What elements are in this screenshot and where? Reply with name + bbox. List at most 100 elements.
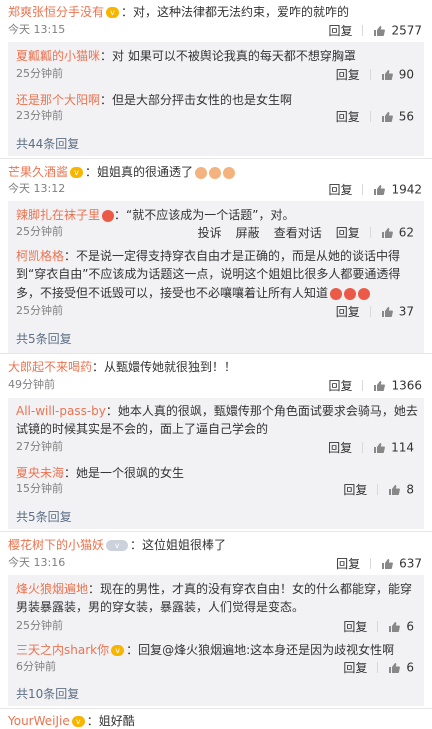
comment-text: ：姐姐真的很通透了	[85, 165, 194, 179]
thumbs-up-icon[interactable]	[373, 184, 386, 196]
reply-time: 23分钟前	[16, 109, 63, 122]
reply-actions: 回复 114	[328, 439, 414, 456]
separator	[362, 25, 364, 36]
reply-actions: 回复 6	[343, 659, 414, 676]
like-count: 2577	[391, 23, 422, 38]
vip-badge-icon: v	[111, 645, 125, 656]
reply-button[interactable]: 回复	[336, 68, 360, 82]
comment-username[interactable]: YourWeiJie	[8, 714, 70, 728]
separator	[377, 621, 379, 632]
clap-emoji-icon	[223, 166, 236, 179]
divider	[0, 353, 432, 354]
comment-text: ：这位姐姐很棒了	[130, 538, 227, 552]
thumbs-up-icon[interactable]	[373, 442, 386, 454]
separator	[369, 227, 371, 238]
comment-username[interactable]: 大郎起不来喝药	[8, 360, 92, 374]
like-count: 37	[398, 304, 414, 319]
reply-username[interactable]: 夏央未海	[16, 466, 64, 480]
thumbs-up-icon[interactable]	[381, 306, 393, 318]
reply-text-line: 到“穿衣自由”不应该成为话题这一点，说明这个姐姐比很多人都要通透得	[16, 267, 401, 281]
reply-button[interactable]: 回复	[328, 441, 352, 455]
comment-text: ：姐好酷	[86, 714, 135, 728]
reply-time: 25分钟前	[16, 619, 63, 632]
reply-text: ：她是一个很飒的女生	[64, 466, 185, 480]
comment-username[interactable]: 樱花树下的小猫妖	[8, 538, 104, 552]
thumbs-up-icon[interactable]	[373, 25, 386, 37]
reply-time: 25分钟前	[16, 67, 63, 80]
reply-username[interactable]: 夏瓤瓤的小猫咪	[16, 49, 100, 63]
thumbs-up-icon[interactable]	[381, 111, 393, 123]
vip-badge-icon: v	[71, 716, 85, 727]
reply-time: 6分钟前	[16, 660, 56, 673]
reply-time: 25分钟前	[16, 304, 63, 317]
reply-username[interactable]: 辣脚扎在袜子里	[16, 208, 100, 222]
reply-button[interactable]: 回复	[328, 24, 352, 38]
comment-text: ：从甄嬛传她就很独到！！	[92, 360, 237, 374]
comment-username[interactable]: 郑爽张恒分手没有	[8, 5, 104, 19]
reply-button[interactable]: 回复	[328, 379, 352, 393]
report-button[interactable]: 投诉	[198, 226, 222, 240]
thumbs-up-icon[interactable]	[381, 69, 393, 81]
separator	[369, 111, 371, 122]
reply-actions: 回复 56	[336, 108, 414, 125]
reply-text: ：不是说一定得支持穿衣自由才是正确的，而是从她的谈话中得	[64, 249, 401, 263]
separator	[369, 306, 371, 317]
like-count: 56	[398, 109, 414, 124]
like-count: 1942	[391, 182, 422, 197]
reply-button[interactable]: 回复	[343, 620, 367, 634]
thumbs-up-icon[interactable]	[388, 621, 401, 633]
vip-badge-icon: v	[70, 167, 84, 178]
thumbs-up-icon[interactable]	[373, 380, 386, 392]
comment-header: 樱花树下的小猫妖 v ：这位姐姐很棒了	[8, 537, 226, 553]
like-count: 637	[399, 556, 422, 571]
more-replies-link[interactable]: 共10条回复	[16, 685, 79, 702]
comment-actions: 回复 637	[336, 555, 422, 572]
clap-emoji-icon	[209, 166, 222, 179]
reply-header: 辣脚扎在袜子里 ：“就不应该成为一个话题”，对。	[16, 207, 294, 223]
reply-button[interactable]: 回复	[336, 305, 360, 319]
reply-username[interactable]: 烽火狼烟遍地	[16, 582, 88, 596]
thumbs-up-icon[interactable]	[381, 227, 393, 239]
comment-actions: 回复 1942	[328, 181, 422, 198]
like-count: 6	[406, 660, 414, 675]
reply-button[interactable]: 回复	[343, 483, 367, 497]
reply-username[interactable]: 三天之内shark你	[16, 643, 109, 657]
reply-username[interactable]: All-will-pass-by	[16, 404, 106, 418]
comment-header: YourWeiJie v ：姐好酷	[8, 713, 135, 729]
more-replies-link[interactable]: 共44条回复	[16, 135, 79, 152]
comment-username[interactable]: 芒果久酒酱	[8, 165, 68, 179]
reply-button[interactable]: 回复	[343, 661, 367, 675]
thumbs-up-icon[interactable]	[388, 484, 401, 496]
comment-time: 今天 13:16	[8, 556, 66, 569]
thumbs-up-icon[interactable]	[388, 662, 401, 674]
vip-badge-icon: v	[106, 7, 120, 18]
more-replies-link[interactable]: 共5条回复	[16, 330, 72, 347]
divider	[0, 708, 432, 709]
block-button[interactable]: 屏蔽	[236, 226, 260, 240]
reply-button[interactable]: 回复	[336, 557, 360, 571]
separator	[377, 484, 379, 495]
reply-header: 夏央未海：她是一个很飒的女生	[16, 465, 184, 481]
thumbs-up-icon[interactable]	[381, 558, 394, 570]
reply-button[interactable]: 回复	[336, 226, 360, 240]
more-replies-link[interactable]: 共5条回复	[16, 508, 72, 525]
reply-actions: 回复 90	[336, 66, 414, 83]
reply-username[interactable]: 柯凯格格	[16, 249, 64, 263]
comment-time: 今天 13:12	[8, 182, 66, 195]
reply-text: ：“就不应该成为一个话题”，对。	[114, 208, 295, 222]
reply-header: 烽火狼烟遍地：现在的男性，才真的没有穿衣自由！女的什么都能穿，能穿	[16, 581, 412, 597]
reply-actions: 回复 8	[343, 481, 414, 498]
comment-time: 49分钟前	[8, 378, 55, 391]
separator	[370, 558, 372, 569]
reply-username[interactable]: 还是那个大阳啊	[16, 93, 100, 107]
divider	[0, 158, 432, 159]
reply-button[interactable]: 回复	[336, 110, 360, 124]
divider	[0, 531, 432, 532]
reply-button[interactable]: 回复	[328, 183, 352, 197]
view-conversation-button[interactable]: 查看对话	[274, 226, 322, 240]
separator	[377, 662, 379, 673]
like-count: 90	[398, 67, 414, 82]
comment-time: 今天 13:15	[8, 23, 66, 36]
like-count: 8	[406, 482, 414, 497]
reply-actions: 回复 37	[336, 303, 414, 320]
